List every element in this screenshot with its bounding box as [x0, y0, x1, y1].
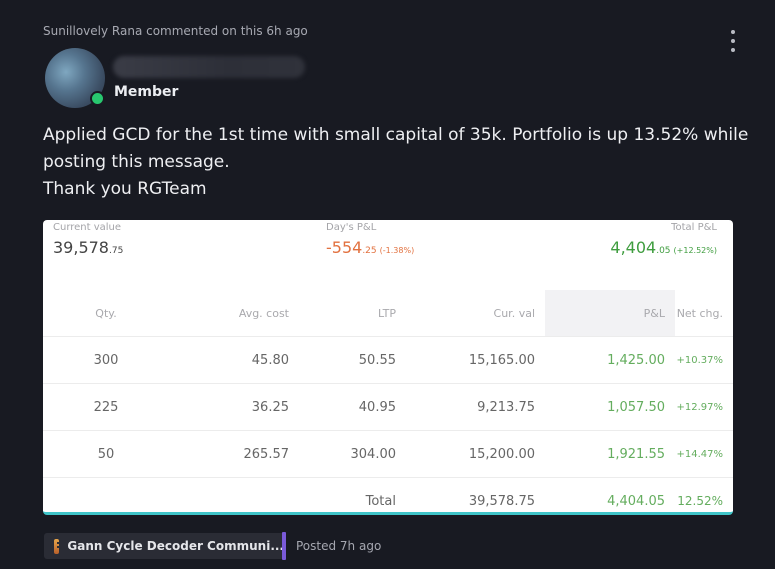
- total-cur-val: 39,578.75: [406, 477, 545, 512]
- portfolio-summary: Current value 39,578.75 Day's P&L -554.2…: [43, 220, 733, 290]
- current-value-decimal: .75: [108, 246, 124, 256]
- cell-empty: [169, 477, 299, 512]
- table-total-row: Total 39,578.75 4,404.05 12.52%: [43, 477, 733, 512]
- total-net-chg: 12.52%: [675, 477, 733, 512]
- blurred-username: [113, 56, 305, 78]
- days-pl-int: -554: [326, 238, 363, 257]
- message-line: Applied GCD for the 1st time with small …: [43, 125, 749, 145]
- total-pl-int: 4,404: [610, 238, 657, 257]
- total-pl-label: Total P&L: [671, 222, 717, 233]
- col-header-net-chg[interactable]: Net chg.: [675, 290, 733, 337]
- col-header-avg-cost[interactable]: Avg. cost: [169, 290, 299, 337]
- total-pl-value: 4,404.05 (+12.52%): [610, 238, 717, 257]
- member-role-label: Member: [114, 84, 179, 100]
- days-pl-label: Day's P&L: [326, 222, 377, 233]
- total-pl-decimal: .05: [656, 246, 671, 256]
- cell-ltp: 50.55: [299, 336, 406, 384]
- avatar[interactable]: [45, 48, 105, 108]
- cell-qty: 300: [43, 336, 169, 384]
- cell-qty: 225: [43, 383, 169, 431]
- cell-pl: 1,425.00: [545, 336, 675, 384]
- online-status-indicator: [90, 91, 105, 106]
- post-message: Applied GCD for the 1st time with small …: [43, 122, 749, 203]
- days-pl-decimal: .25: [362, 246, 377, 256]
- more-options-icon[interactable]: [727, 30, 739, 52]
- cell-net-chg: +12.97%: [675, 383, 733, 431]
- table-row: 50 265.57 304.00 15,200.00 1,921.55 +14.…: [43, 430, 733, 478]
- cell-avg-cost: 265.57: [169, 430, 299, 478]
- cell-pl: 1,057.50: [545, 383, 675, 431]
- total-pl-block: Total P&L 4,404.05 (+12.52%): [610, 222, 717, 257]
- cell-net-chg: +14.47%: [675, 430, 733, 478]
- current-value-label: Current value: [53, 222, 122, 233]
- current-value-int: 39,578: [53, 238, 109, 257]
- cell-cur-val: 15,165.00: [406, 336, 545, 384]
- cell-qty: 50: [43, 430, 169, 478]
- col-header-cur-val[interactable]: Cur. val: [406, 290, 545, 337]
- cell-net-chg: +10.37%: [675, 336, 733, 384]
- cell-avg-cost: 36.25: [169, 383, 299, 431]
- days-pl-block: Day's P&L -554.25 (-1.38%): [326, 222, 414, 257]
- posted-time: Posted 7h ago: [296, 539, 382, 553]
- message-line: posting this message.: [43, 152, 230, 172]
- table-row: 300 45.80 50.55 15,165.00 1,425.00 +10.3…: [43, 336, 733, 384]
- days-pl-pct: (-1.38%): [379, 246, 415, 255]
- cell-cur-val: 15,200.00: [406, 430, 545, 478]
- portfolio-screenshot: Current value 39,578.75 Day's P&L -554.2…: [43, 220, 733, 515]
- cell-ltp: 40.95: [299, 383, 406, 431]
- total-pl: 4,404.05: [545, 477, 675, 512]
- community-name: Gann Cycle Decoder Communi...: [67, 539, 284, 553]
- cell-empty: [43, 477, 169, 512]
- current-value-block: Current value 39,578.75: [53, 222, 123, 257]
- holdings-table: Qty. Avg. cost LTP Cur. val P&L Net chg.…: [43, 290, 733, 512]
- accent-bar: [282, 532, 286, 560]
- cell-avg-cost: 45.80: [169, 336, 299, 384]
- table-header-row: Qty. Avg. cost LTP Cur. val P&L Net chg.: [43, 290, 733, 337]
- col-header-ltp[interactable]: LTP: [299, 290, 406, 337]
- cell-ltp: 304.00: [299, 430, 406, 478]
- current-value: 39,578.75: [53, 238, 123, 257]
- cell-cur-val: 9,213.75: [406, 383, 545, 431]
- community-icon: [54, 538, 65, 554]
- total-label: Total: [299, 477, 406, 512]
- total-pl-pct: (+12.52%): [673, 246, 717, 255]
- message-line: Thank you RGTeam: [43, 179, 207, 199]
- comment-meta: Sunillovely Rana commented on this 6h ag…: [43, 24, 308, 38]
- table-row: 225 36.25 40.95 9,213.75 1,057.50 +12.97…: [43, 383, 733, 431]
- col-header-pl[interactable]: P&L: [545, 290, 675, 337]
- col-header-qty[interactable]: Qty.: [43, 290, 169, 337]
- cell-pl: 1,921.55: [545, 430, 675, 478]
- community-link-chip[interactable]: Gann Cycle Decoder Communi...: [44, 533, 284, 559]
- days-pl-value: -554.25 (-1.38%): [326, 238, 414, 257]
